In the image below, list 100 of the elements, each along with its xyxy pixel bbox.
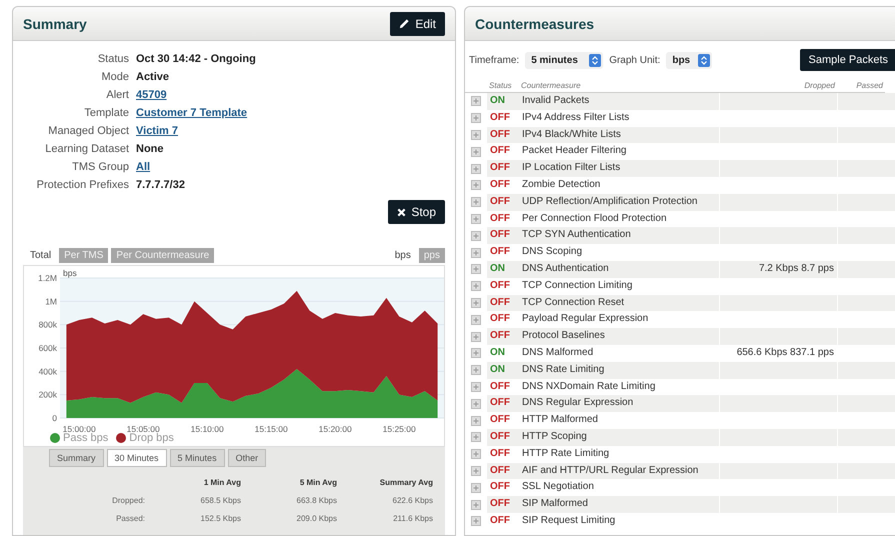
x-tick-label: 15:00:00 bbox=[62, 424, 96, 432]
edit-button[interactable]: Edit bbox=[390, 12, 445, 36]
countermeasure-name: SIP Request Limiting bbox=[521, 514, 616, 528]
status-text: OFF bbox=[489, 497, 511, 512]
expand-icon[interactable] bbox=[471, 365, 481, 376]
column-header: Passed bbox=[837, 75, 885, 93]
panel-title: Countermeasures bbox=[475, 16, 594, 32]
table-cell-text: 656.6 Kbps 837.1 pps bbox=[736, 346, 835, 360]
y-tick-label: 200k bbox=[38, 390, 57, 400]
range-tab[interactable]: 30 Minutes bbox=[106, 449, 167, 467]
status-text: ON bbox=[489, 262, 506, 276]
expand-icon[interactable] bbox=[471, 332, 481, 342]
expand-icon[interactable] bbox=[471, 164, 481, 174]
status-text: OFF bbox=[489, 278, 511, 293]
field-label: Alert bbox=[105, 88, 129, 102]
expand-icon[interactable] bbox=[471, 449, 481, 460]
expand-icon[interactable] bbox=[471, 298, 481, 308]
expand-icon[interactable] bbox=[471, 500, 481, 510]
countermeasure-name: Protocol Baselines bbox=[521, 329, 606, 344]
legend-item: Drop bps bbox=[116, 432, 174, 444]
field-label: TMS Group bbox=[71, 160, 129, 174]
countermeasure-name: Zombie Detection bbox=[521, 178, 602, 192]
expand-icon[interactable] bbox=[471, 516, 481, 526]
expand-icon[interactable] bbox=[471, 264, 481, 274]
countermeasure-name: DNS Regular Expression bbox=[521, 396, 634, 410]
close-icon bbox=[397, 208, 406, 216]
graph-unit-select[interactable]: bps bbox=[666, 52, 712, 68]
expand-icon[interactable] bbox=[471, 130, 481, 140]
field-link[interactable]: All bbox=[136, 160, 150, 174]
countermeasure-name: HTTP Scoping bbox=[521, 430, 588, 444]
expand-icon[interactable] bbox=[471, 416, 481, 426]
field-link[interactable]: Customer 7 Template bbox=[136, 106, 248, 120]
range-tab[interactable]: 5 Minutes bbox=[170, 449, 225, 467]
status-text: ON bbox=[489, 346, 506, 360]
status-text: OFF bbox=[489, 446, 511, 461]
table-cell-text: 152.5 Kbps bbox=[200, 514, 241, 523]
column-header: Summary Avg bbox=[378, 478, 433, 487]
sample-packets-button[interactable]: Sample Packets bbox=[800, 49, 895, 71]
expand-icon[interactable] bbox=[471, 281, 481, 292]
y-tick-label: 600k bbox=[38, 343, 57, 353]
countermeasure-name: HTTP Rate Limiting bbox=[521, 446, 610, 461]
countermeasure-name: TCP Connection Reset bbox=[521, 296, 626, 310]
stepper-icon bbox=[589, 54, 602, 66]
legend-item: Pass bps bbox=[50, 432, 108, 444]
expand-icon[interactable] bbox=[471, 314, 481, 325]
timeframe-label: Timeframe: bbox=[469, 54, 520, 66]
status-text: OFF bbox=[489, 144, 511, 158]
field-label: Status bbox=[96, 52, 129, 66]
field-label: Learning Dataset bbox=[44, 142, 129, 156]
field-link[interactable]: 45709 bbox=[136, 88, 167, 102]
pencil-icon bbox=[399, 18, 410, 29]
countermeasure-name: SIP Malformed bbox=[521, 497, 589, 512]
status-text: OFF bbox=[489, 514, 511, 528]
expand-icon[interactable] bbox=[471, 197, 481, 208]
expand-icon[interactable] bbox=[471, 146, 481, 157]
expand-icon[interactable] bbox=[471, 398, 481, 409]
field-value: Active bbox=[136, 70, 170, 84]
field-value: 7.7.7.7/32 bbox=[136, 178, 185, 192]
graph-unit-label: Graph Unit: bbox=[609, 54, 660, 66]
field-label: Protection Prefixes bbox=[36, 178, 129, 192]
stop-button[interactable]: Stop bbox=[388, 200, 445, 224]
countermeasure-name: TCP Connection Limiting bbox=[521, 278, 634, 293]
expand-icon[interactable] bbox=[471, 466, 481, 476]
expand-icon[interactable] bbox=[471, 382, 481, 392]
range-tab[interactable]: Summary bbox=[49, 449, 104, 467]
countermeasure-name: IP Location Filter Lists bbox=[521, 161, 622, 176]
timeframe-select[interactable]: 5 minutes bbox=[525, 52, 604, 68]
x-tick-label: 15:05:00 bbox=[126, 424, 160, 432]
countermeasure-name: TCP SYN Authentication bbox=[521, 228, 632, 242]
expand-icon[interactable] bbox=[471, 432, 481, 442]
status-text: OFF bbox=[489, 228, 511, 242]
countermeasure-name: DNS Authentication bbox=[521, 262, 610, 276]
countermeasure-name: Payload Regular Expression bbox=[521, 312, 650, 326]
expand-icon[interactable] bbox=[471, 482, 481, 493]
y-tick-label: 800k bbox=[38, 320, 57, 330]
field-label: Managed Object bbox=[47, 124, 129, 138]
status-text: OFF bbox=[489, 396, 511, 410]
status-text: ON bbox=[489, 362, 506, 377]
countermeasure-name: DNS Rate Limiting bbox=[521, 362, 606, 377]
row-label: Passed: bbox=[115, 514, 145, 523]
expand-icon[interactable] bbox=[471, 214, 481, 224]
countermeasure-name: HTTP Malformed bbox=[521, 413, 599, 428]
countermeasure-name: Per Connection Flood Protection bbox=[521, 212, 668, 226]
field-label: Mode bbox=[100, 70, 129, 84]
x-tick-label: 15:10:00 bbox=[190, 424, 224, 432]
expand-icon[interactable] bbox=[471, 230, 481, 241]
column-header: Countermeasure bbox=[519, 75, 719, 93]
field-link[interactable]: Victim 7 bbox=[136, 124, 178, 138]
countermeasure-name: IPv4 Address Filter Lists bbox=[521, 110, 630, 125]
status-text: OFF bbox=[489, 245, 511, 260]
x-tick-label: 15:20:00 bbox=[318, 424, 352, 432]
expand-icon[interactable] bbox=[471, 348, 481, 358]
table-cell-text: 211.6 Kbps bbox=[392, 514, 433, 523]
expand-icon[interactable] bbox=[471, 248, 481, 258]
expand-icon[interactable] bbox=[471, 180, 481, 190]
expand-icon[interactable] bbox=[471, 96, 481, 106]
status-text: OFF bbox=[489, 413, 511, 428]
y-tick-label: 1.2M bbox=[38, 273, 57, 283]
range-tab[interactable]: Other bbox=[228, 449, 266, 467]
expand-icon[interactable] bbox=[471, 113, 481, 124]
